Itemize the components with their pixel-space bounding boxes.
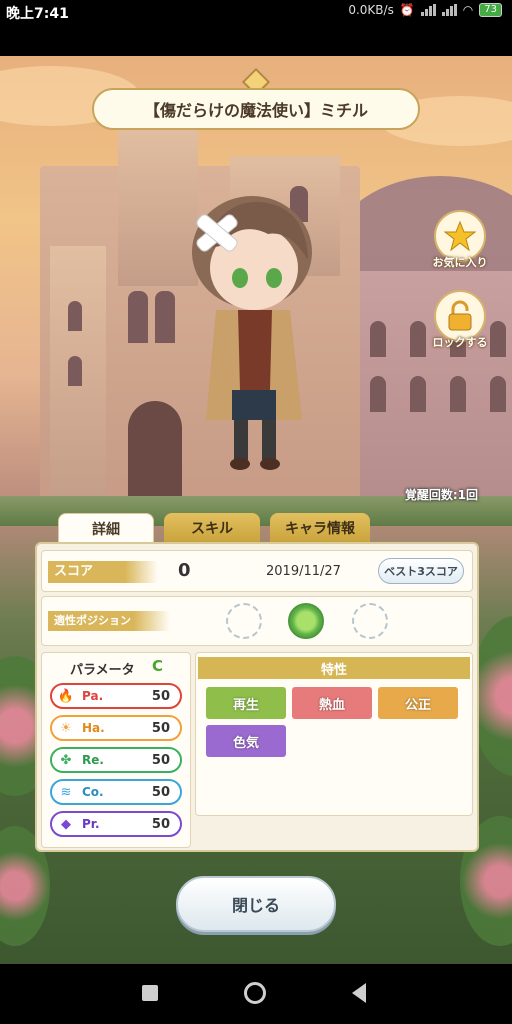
detail-tabs: 詳細 スキル キャラ情報: [58, 513, 370, 543]
best3-score-button[interactable]: ベスト3スコア: [378, 558, 464, 584]
trait-charm[interactable]: 色気: [206, 725, 286, 757]
recent-apps-icon[interactable]: [142, 985, 158, 1001]
character-sprite: [192, 196, 312, 470]
param-name: Pr.: [82, 817, 100, 831]
alarm-icon: ⏰: [399, 3, 415, 17]
favorite-label: お気に入り: [432, 256, 488, 269]
position-slot-active: [288, 603, 324, 639]
param-row-ha: ☀ Ha. 50: [50, 715, 182, 741]
param-name: Re.: [82, 753, 104, 767]
param-value: 50: [151, 688, 170, 704]
param-name: Pa.: [82, 689, 104, 703]
battery-icon: 73: [479, 3, 502, 17]
score-date: 2019/11/27: [266, 564, 341, 579]
parameter-rank: C: [152, 657, 164, 675]
parameter-title: パラメータ: [70, 663, 135, 678]
home-icon[interactable]: [244, 982, 266, 1004]
tab-detail[interactable]: 詳細: [58, 513, 154, 543]
position-slot-empty: [226, 603, 262, 639]
trait-justice[interactable]: 公正: [378, 687, 458, 719]
signal-icon-2: [441, 4, 457, 16]
trait-title: 特性: [198, 657, 470, 679]
parameter-box: パラメータ C 🔥 Pa. 50 ☀ Ha. 50 ✤ Re. 50 ≋ Co.…: [41, 652, 191, 848]
status-time: 晚上7:41: [6, 6, 69, 22]
score-value: 0: [178, 560, 191, 581]
trait-passion[interactable]: 熱血: [292, 687, 372, 719]
param-value: 50: [151, 816, 170, 832]
param-value: 50: [151, 720, 170, 736]
tab-skill[interactable]: スキル: [164, 513, 260, 543]
score-label: スコア: [48, 561, 158, 583]
position-label: 適性ポジション: [48, 611, 170, 631]
sun-icon: ☀: [60, 720, 72, 736]
clover-icon: ✤: [60, 752, 72, 768]
param-name: Ha.: [82, 721, 105, 735]
param-row-pa: 🔥 Pa. 50: [50, 683, 182, 709]
param-name: Co.: [82, 785, 104, 799]
detail-panel: スコア 0 2019/11/27 ベスト3スコア 適性ポジション パラメータ C…: [35, 542, 479, 852]
status-bar: 晚上7:41 0.0KB/s ⏰ ◠ 73: [0, 0, 512, 24]
awaken-count: 覚醒回数:1回: [404, 488, 478, 502]
tab-chara-info[interactable]: キャラ情報: [270, 513, 370, 543]
wifi-icon: ◠: [462, 3, 474, 17]
lock-label: ロックする: [432, 336, 488, 349]
castle-door: [128, 401, 182, 501]
trait-box: 特性 再生 熱血 公正 色気: [195, 652, 473, 816]
param-value: 50: [151, 752, 170, 768]
character-title: 【傷だらけの魔法使い】ミチル: [92, 88, 420, 130]
score-row: スコア 0 2019/11/27 ベスト3スコア: [41, 550, 473, 592]
diamond-icon: ◆: [61, 816, 71, 832]
network-speed: 0.0KB/s: [348, 3, 394, 17]
close-button[interactable]: 閉じる: [176, 876, 336, 932]
param-row-co: ≋ Co. 50: [50, 779, 182, 805]
favorite-button[interactable]: お気に入り: [432, 210, 488, 270]
fire-icon: 🔥: [57, 688, 75, 704]
position-slot-empty: [352, 603, 388, 639]
signal-icon: [420, 4, 436, 16]
navigation-bar: [0, 964, 512, 1024]
param-value: 50: [151, 784, 170, 800]
position-row: 適性ポジション: [41, 596, 473, 646]
trait-regeneration[interactable]: 再生: [206, 687, 286, 719]
back-icon[interactable]: [352, 983, 366, 1003]
param-row-pr: ◆ Pr. 50: [50, 811, 182, 837]
lock-button[interactable]: ロックする: [432, 290, 488, 350]
param-row-re: ✤ Re. 50: [50, 747, 182, 773]
wave-icon: ≋: [60, 784, 72, 800]
